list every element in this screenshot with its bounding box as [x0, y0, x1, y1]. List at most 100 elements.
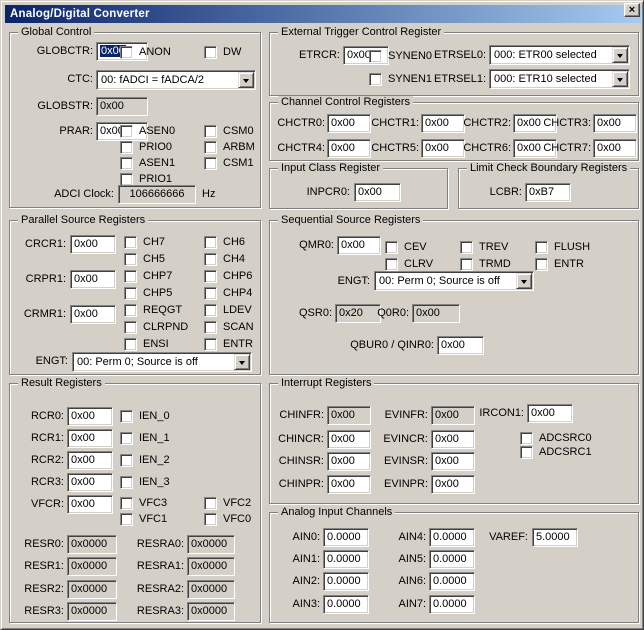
evinpr-field[interactable]: 0x00 — [431, 475, 475, 494]
rcr3-field[interactable]: 0x00 — [67, 473, 113, 492]
chinsr-field[interactable]: 0x00 — [327, 452, 371, 471]
parallel-engt-dropdown[interactable]: 00: Perm 0; Source is off — [72, 352, 252, 372]
rcr2-field[interactable]: 0x00 — [67, 451, 113, 470]
entr-checkbox-seq[interactable]: ENTR — [535, 257, 584, 271]
crmr1-field[interactable]: 0x00 — [70, 305, 116, 324]
clrv-checkbox[interactable]: CLRV — [385, 257, 433, 271]
ircon1-field[interactable]: 0x00 — [527, 404, 573, 423]
ien3-checkbox[interactable]: IEN_3 — [120, 475, 170, 489]
ch4-checkbox[interactable]: CH4 — [204, 252, 245, 266]
vfcr-field[interactable]: 0x00 — [67, 495, 113, 514]
chctr0-field[interactable]: 0x00 — [327, 114, 371, 133]
ch7-checkbox[interactable]: CH7 — [124, 235, 165, 249]
cev-checkbox[interactable]: CEV — [385, 240, 427, 254]
dw-checkbox[interactable]: DW — [204, 45, 241, 59]
ain0-field[interactable]: 0.0000 — [323, 528, 369, 547]
chctr4-field[interactable]: 0x00 — [327, 139, 371, 158]
parallel-engt-dropdown-button[interactable] — [234, 354, 250, 370]
asen0-checkbox[interactable]: ASEN0 — [120, 124, 175, 138]
sequential-engt-dropdown[interactable]: 00: Perm 0; Source is off — [374, 271, 534, 291]
chctr5-field[interactable]: 0x00 — [421, 139, 465, 158]
ch6-checkbox[interactable]: CH6 — [204, 235, 245, 249]
vfc0-label: VFC0 — [223, 512, 252, 525]
chincr-label: CHINCR: — [278, 433, 324, 445]
synen0-label: SYNEN0 — [388, 49, 433, 62]
lcbr-label: LCBR: — [489, 186, 522, 198]
qmr0-field[interactable]: 0x00 — [337, 236, 381, 255]
scan-checkbox[interactable]: SCAN — [204, 320, 254, 334]
chincr-field[interactable]: 0x00 — [327, 430, 371, 449]
chctr1-field[interactable]: 0x00 — [421, 114, 465, 133]
anon-checkbox[interactable]: ANON — [120, 45, 171, 59]
chinpr-field[interactable]: 0x00 — [327, 475, 371, 494]
evinsr-field[interactable]: 0x00 — [431, 452, 475, 471]
scan-label: SCAN — [223, 320, 254, 333]
vfc3-checkbox[interactable]: VFC3 — [120, 496, 167, 510]
chp7-checkbox[interactable]: CHP7 — [124, 269, 172, 283]
adcsrc1-checkbox[interactable]: ADCSRC1 — [520, 445, 592, 459]
ch7-label: CH7 — [143, 235, 166, 248]
sequential-engt-dropdown-button[interactable] — [516, 273, 532, 289]
etrsel0-dropdown-button[interactable] — [612, 47, 628, 63]
ensi-checkbox[interactable]: ENSI — [124, 337, 169, 351]
ctc-dropdown[interactable]: 00: fADCI = fADCA/2 — [96, 70, 256, 90]
etrsel0-dropdown[interactable]: 000: ETR00 selected — [489, 45, 630, 65]
rcr0-field[interactable]: 0x00 — [67, 407, 113, 426]
ien1-checkbox[interactable]: IEN_1 — [120, 431, 170, 445]
entr-checkbox[interactable]: ENTR — [204, 337, 253, 351]
ain7-field[interactable]: 0.0000 — [429, 595, 475, 614]
ain6-field[interactable]: 0.0000 — [429, 572, 475, 591]
vfc1-checkbox[interactable]: VFC1 — [120, 512, 167, 526]
trmd-checkbox[interactable]: TRMD — [460, 257, 511, 271]
rcr3-label: RCR3: — [30, 476, 64, 488]
rcr1-field[interactable]: 0x00 — [67, 429, 113, 448]
etrsel1-dropdown[interactable]: 000: ETR10 selected — [489, 69, 630, 89]
chctr7-field[interactable]: 0x00 — [593, 139, 637, 158]
vfc0-checkbox[interactable]: VFC0 — [204, 512, 251, 526]
asen1-checkbox[interactable]: ASEN1 — [120, 156, 175, 170]
prio1-checkbox[interactable]: PRIO1 — [120, 172, 172, 186]
ain3-field[interactable]: 0.0000 — [323, 595, 369, 614]
inpcr0-field[interactable]: 0x00 — [354, 183, 401, 202]
arbm-checkbox[interactable]: ARBM — [204, 140, 255, 154]
ctc-label: CTC: — [67, 73, 93, 85]
ch5-checkbox[interactable]: CH5 — [124, 252, 165, 266]
prio0-checkbox[interactable]: PRIO0 — [120, 140, 172, 154]
ain5-field[interactable]: 0.0000 — [429, 550, 475, 569]
etrsel1-dropdown-button[interactable] — [612, 71, 628, 87]
reqgt-checkbox[interactable]: REQGT — [124, 303, 182, 317]
vfc2-checkbox[interactable]: VFC2 — [204, 496, 251, 510]
synen0-checkbox[interactable]: SYNEN0 — [369, 49, 432, 63]
ain2-field[interactable]: 0.0000 — [323, 572, 369, 591]
checkbox-box — [120, 453, 133, 467]
checkbox-box — [460, 240, 473, 254]
ain1-field[interactable]: 0.0000 — [323, 550, 369, 569]
clrpnd-checkbox[interactable]: CLRPND — [124, 320, 188, 334]
flush-checkbox[interactable]: FLUSH — [535, 240, 590, 254]
ctc-dropdown-button[interactable] — [238, 72, 254, 88]
evincr-field[interactable]: 0x00 — [431, 430, 475, 449]
ain4-field[interactable]: 0.0000 — [429, 528, 475, 547]
chp4-checkbox[interactable]: CHP4 — [204, 286, 252, 300]
titlebar[interactable]: Analog/Digital Converter — [5, 5, 641, 23]
crpr1-field[interactable]: 0x00 — [70, 270, 116, 289]
crcr1-field[interactable]: 0x00 — [70, 235, 116, 254]
chevron-down-icon — [521, 279, 527, 287]
varef-field[interactable]: 5.0000 — [532, 528, 578, 547]
csm1-checkbox[interactable]: CSM1 — [204, 156, 254, 170]
adcsrc0-checkbox[interactable]: ADCSRC0 — [520, 431, 592, 445]
ien0-checkbox[interactable]: IEN_0 — [120, 409, 170, 423]
checkbox-box — [120, 512, 133, 526]
csm0-checkbox[interactable]: CSM0 — [204, 124, 254, 138]
synen1-checkbox[interactable]: SYNEN1 — [369, 72, 432, 86]
lcbr-field[interactable]: 0xB7 — [525, 183, 571, 202]
chctr3-field[interactable]: 0x00 — [593, 114, 637, 133]
chp5-checkbox[interactable]: CHP5 — [124, 286, 172, 300]
trev-checkbox[interactable]: TREV — [460, 240, 508, 254]
ldev-checkbox[interactable]: LDEV — [204, 303, 252, 317]
close-button[interactable]: × — [624, 3, 640, 17]
ain3-label: AIN3: — [292, 598, 320, 610]
chp6-checkbox[interactable]: CHP6 — [204, 269, 252, 283]
ien2-checkbox[interactable]: IEN_2 — [120, 453, 170, 467]
qbur0-qinr0-field[interactable]: 0x00 — [437, 336, 484, 355]
